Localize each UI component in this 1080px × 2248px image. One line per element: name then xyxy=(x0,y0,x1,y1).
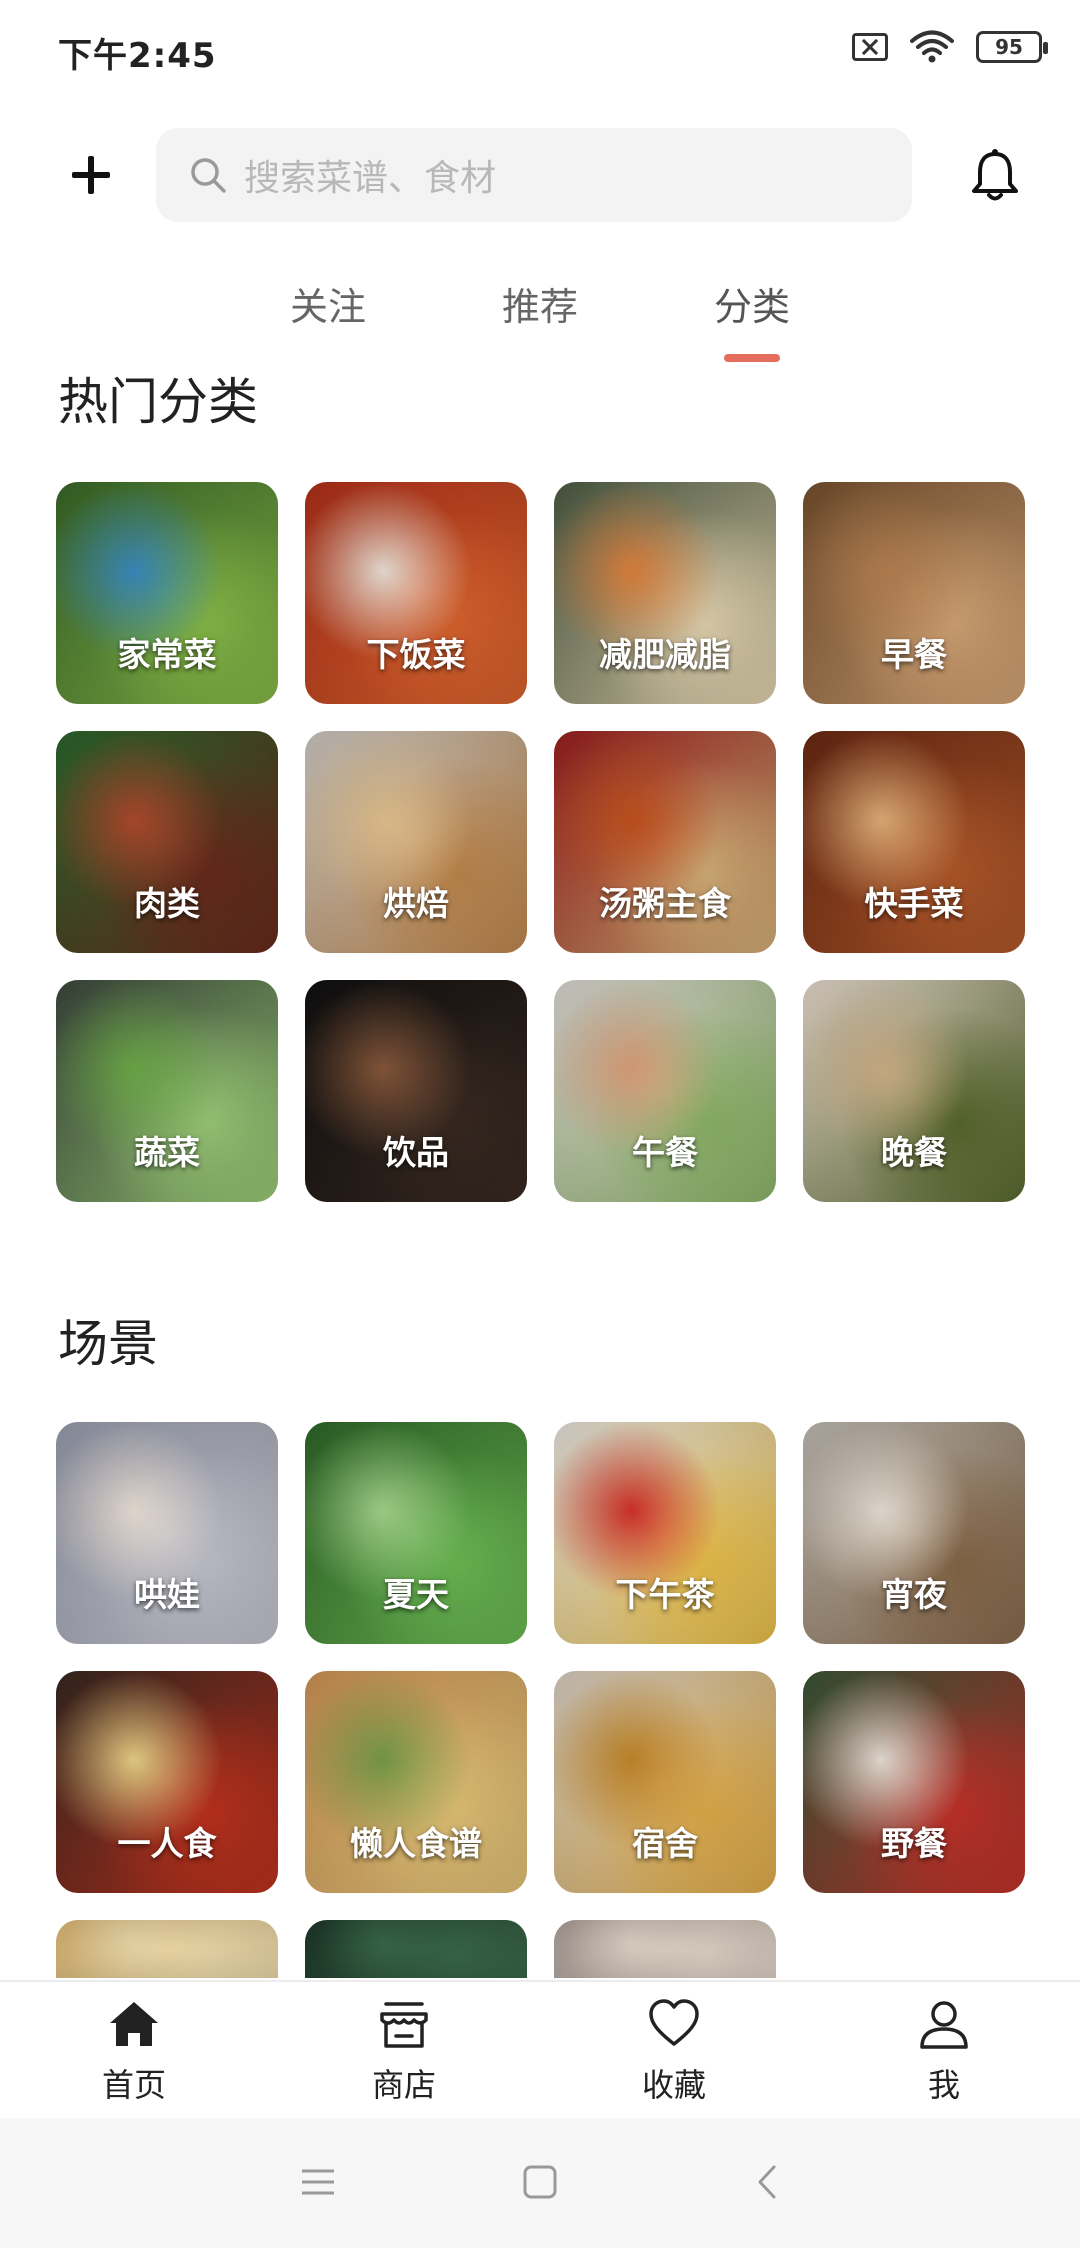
category-tile[interactable]: 肉类 xyxy=(56,731,278,953)
category-tile[interactable]: 晚餐 xyxy=(803,980,1025,1202)
nav-store[interactable]: 商店 xyxy=(334,1996,474,2106)
nav-home[interactable]: 首页 xyxy=(64,1996,204,2106)
bottom-nav: 首页 商店 收藏 我 xyxy=(0,1980,1080,2118)
scenes-grid: 哄娃 夏天 下午茶 宵夜一人食 懒人食谱 宿舍 野餐 xyxy=(56,1422,1026,1978)
category-label: 肉类 xyxy=(134,884,200,923)
category-label: 下饭菜 xyxy=(366,635,466,674)
category-tile[interactable]: 宿舍 xyxy=(554,1671,776,1893)
category-tile-partial[interactable] xyxy=(305,1920,527,1978)
battery-level: 95 xyxy=(995,35,1023,59)
nav-me-label: 我 xyxy=(927,2066,960,2104)
category-label: 减肥减脂 xyxy=(599,635,731,674)
category-tile[interactable]: 下饭菜 xyxy=(305,482,527,704)
category-label: 野餐 xyxy=(881,1824,947,1863)
category-label: 夏天 xyxy=(383,1575,449,1614)
store-icon xyxy=(380,2002,428,2048)
wifi-icon xyxy=(910,30,954,63)
category-label: 午餐 xyxy=(632,1133,698,1172)
category-label: 一人食 xyxy=(117,1824,217,1863)
tab-follow[interactable]: 关注 xyxy=(290,276,366,331)
category-label: 宿舍 xyxy=(632,1824,698,1863)
category-tile[interactable]: 一人食 xyxy=(56,1671,278,1893)
system-nav-bar xyxy=(0,2118,1080,2248)
user-icon xyxy=(920,2001,968,2049)
search-placeholder: 搜索菜谱、食材 xyxy=(244,158,497,199)
status-time: 下午2:45 xyxy=(58,36,217,76)
category-tile[interactable]: 宵夜 xyxy=(803,1422,1025,1644)
category-tile[interactable]: 早餐 xyxy=(803,482,1025,704)
category-label: 家常菜 xyxy=(117,635,217,674)
category-label: 蔬菜 xyxy=(134,1133,200,1172)
category-label: 哄娃 xyxy=(134,1575,200,1614)
category-label: 早餐 xyxy=(881,635,947,674)
category-tile[interactable]: 饮品 xyxy=(305,980,527,1202)
category-tile[interactable]: 蔬菜 xyxy=(56,980,278,1202)
menu-icon[interactable] xyxy=(298,2162,338,2202)
category-tile[interactable]: 懒人食谱 xyxy=(305,1671,527,1893)
sim-off-icon xyxy=(852,33,888,61)
top-bar: 搜索菜谱、食材 xyxy=(0,128,1080,222)
nav-me[interactable]: 我 xyxy=(874,1996,1014,2106)
back-icon[interactable] xyxy=(748,2162,788,2202)
tab-bar: 关注 推荐 分类 xyxy=(0,270,1080,370)
status-bar: 下午2:45 95 xyxy=(0,0,1080,96)
home-square-icon[interactable] xyxy=(520,2162,560,2202)
home-icon xyxy=(110,2002,158,2046)
category-label: 晚餐 xyxy=(881,1133,947,1172)
hot-categories-grid: 家常菜 下饭菜 减肥减脂 早餐肉类 烘焙 汤粥主食 快手菜蔬菜 饮品 午餐 晚餐 xyxy=(56,482,1026,1202)
category-tile[interactable]: 哄娃 xyxy=(56,1422,278,1644)
category-label: 快手菜 xyxy=(864,884,964,923)
category-tile[interactable]: 烘焙 xyxy=(305,731,527,953)
category-tile[interactable]: 家常菜 xyxy=(56,482,278,704)
category-label: 宵夜 xyxy=(881,1575,947,1614)
tab-recommend[interactable]: 推荐 xyxy=(502,276,578,331)
category-label: 下午茶 xyxy=(615,1575,715,1614)
category-tile[interactable]: 午餐 xyxy=(554,980,776,1202)
battery-icon: 95 xyxy=(976,31,1048,63)
category-tile[interactable]: 减肥减脂 xyxy=(554,482,776,704)
category-tile-partial[interactable] xyxy=(56,1920,278,1978)
status-icons: 95 xyxy=(852,30,1048,64)
search-input[interactable]: 搜索菜谱、食材 xyxy=(156,128,912,222)
category-tile[interactable]: 汤粥主食 xyxy=(554,731,776,953)
category-tile[interactable]: 野餐 xyxy=(803,1671,1025,1893)
search-icon xyxy=(191,158,226,193)
category-tile[interactable]: 夏天 xyxy=(305,1422,527,1644)
active-tab-indicator xyxy=(724,354,780,362)
category-label: 烘焙 xyxy=(383,884,449,923)
nav-favorites-label: 收藏 xyxy=(641,2066,706,2104)
category-tile[interactable]: 快手菜 xyxy=(803,731,1025,953)
heart-icon xyxy=(649,1999,699,2046)
nav-store-label: 商店 xyxy=(371,2066,436,2104)
category-label: 饮品 xyxy=(383,1133,449,1172)
hot-categories-title: 热门分类 xyxy=(58,373,258,431)
bell-icon[interactable] xyxy=(968,148,1022,204)
plus-icon[interactable] xyxy=(66,150,116,200)
nav-home-label: 首页 xyxy=(101,2066,166,2104)
category-tile-partial[interactable] xyxy=(554,1920,776,1978)
scenes-title: 场景 xyxy=(58,1315,158,1373)
nav-favorites[interactable]: 收藏 xyxy=(604,1996,744,2106)
tile-shade xyxy=(554,1920,776,1978)
tile-shade xyxy=(305,1920,527,1978)
tab-category[interactable]: 分类 xyxy=(714,276,790,331)
category-label: 汤粥主食 xyxy=(599,884,731,923)
tile-shade xyxy=(56,1920,278,1978)
category-tile[interactable]: 下午茶 xyxy=(554,1422,776,1644)
category-label: 懒人食谱 xyxy=(350,1824,482,1863)
